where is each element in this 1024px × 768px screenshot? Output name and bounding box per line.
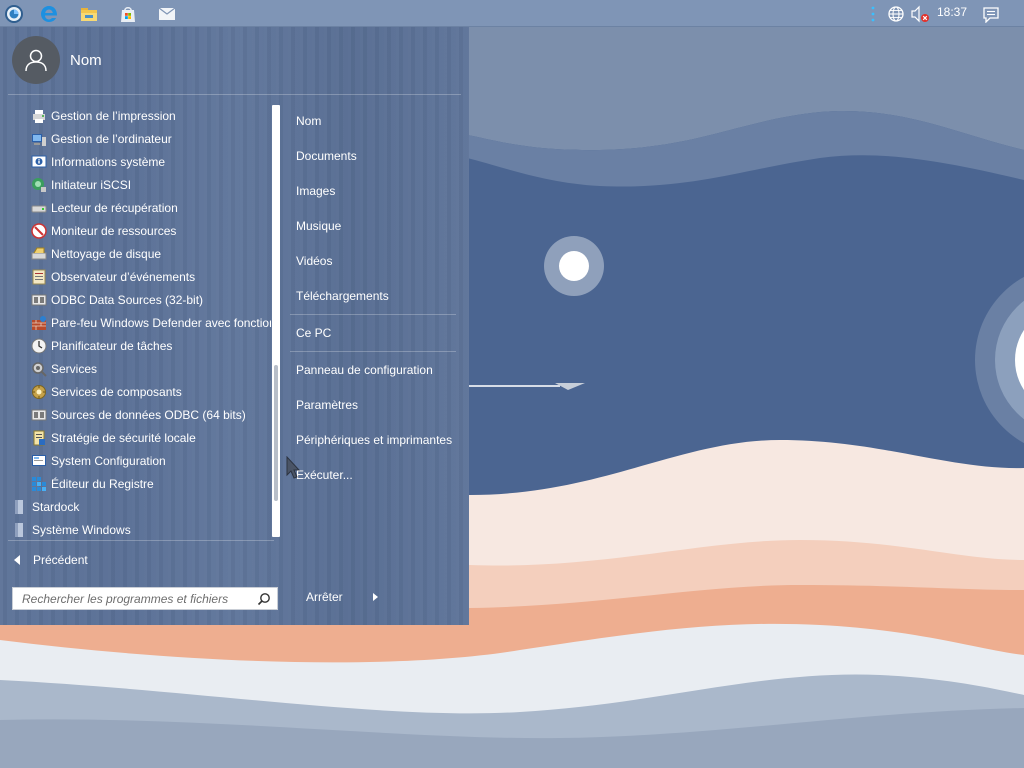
chevron-left-icon — [14, 555, 20, 565]
system-information-icon — [31, 154, 47, 170]
list-item[interactable]: Stratégie de sécurité locale — [8, 427, 271, 449]
start-button[interactable] — [3, 3, 25, 25]
tray-overflow-button[interactable] — [862, 3, 884, 25]
resource-monitor-icon — [31, 223, 47, 239]
edge-button[interactable] — [38, 3, 60, 25]
scrollbar-thumb[interactable] — [274, 365, 278, 501]
user-name: Nom — [70, 51, 102, 69]
event-viewer-icon — [31, 269, 47, 285]
list-item[interactable]: Sources de données ODBC (64 bits) — [8, 404, 271, 426]
divider — [8, 94, 461, 95]
list-item[interactable]: ODBC Data Sources (32-bit) — [8, 289, 271, 311]
component-services-icon — [31, 384, 47, 400]
right-item-videos[interactable]: Vidéos — [296, 251, 332, 271]
recovery-drive-icon — [31, 200, 47, 216]
list-item[interactable]: Services — [8, 358, 271, 380]
shutdown-button[interactable]: Arrêter — [306, 590, 378, 604]
iscsi-initiator-icon — [31, 177, 47, 193]
right-item-musique[interactable]: Musique — [296, 216, 341, 236]
odbc-icon — [31, 292, 47, 308]
list-item[interactable]: Pare-feu Windows Defender avec fonction — [8, 312, 271, 334]
folder-icon — [14, 522, 24, 537]
list-item[interactable]: Planificateur de tâches — [8, 335, 271, 357]
list-item[interactable]: Services de composants — [8, 381, 271, 403]
program-list: Gestion de l’impression Gestion de l’ord… — [8, 105, 271, 537]
overflow-dots-icon — [871, 6, 875, 22]
right-item-executer[interactable]: Exécuter... — [296, 465, 353, 485]
start-menu: Nom Gestion de l’impression Gestion de l… — [0, 27, 469, 625]
list-item[interactable]: Initiateur iSCSI — [8, 174, 271, 196]
store-icon — [121, 7, 135, 22]
action-center-button[interactable] — [980, 3, 1002, 25]
store-button[interactable] — [117, 3, 139, 25]
right-item-telechargements[interactable]: Téléchargements — [296, 286, 389, 306]
divider — [290, 351, 456, 352]
list-item[interactable]: Lecteur de récupération — [8, 197, 271, 219]
list-item[interactable]: Stardock — [8, 496, 271, 518]
right-item-nom[interactable]: Nom — [296, 111, 321, 131]
network-globe-icon — [888, 6, 904, 22]
start-orb-icon — [5, 5, 23, 23]
volume-muted-icon — [911, 5, 929, 23]
mail-icon — [158, 7, 176, 20]
right-item-ce-pc[interactable]: Ce PC — [296, 323, 331, 343]
computer-management-icon — [31, 131, 47, 147]
taskbar-clock[interactable]: 18:37 — [937, 5, 967, 19]
taskbar: 18:37 — [0, 0, 1024, 27]
avatar[interactable] — [12, 36, 60, 84]
print-management-icon — [31, 108, 47, 124]
chevron-right-icon[interactable] — [372, 593, 378, 601]
firewall-icon — [31, 315, 47, 331]
mail-button[interactable] — [156, 3, 178, 25]
list-item[interactable]: Nettoyage de disque — [8, 243, 271, 265]
right-item-documents[interactable]: Documents — [296, 146, 357, 166]
search-input[interactable] — [13, 591, 248, 606]
file-explorer-icon — [81, 8, 97, 21]
volume-button[interactable] — [909, 3, 931, 25]
network-button[interactable] — [885, 3, 907, 25]
divider — [8, 540, 274, 541]
edge-icon — [41, 6, 58, 22]
right-item-parametres[interactable]: Paramètres — [296, 395, 358, 415]
search-box[interactable] — [12, 587, 278, 610]
registry-editor-icon — [31, 476, 47, 492]
user-icon — [25, 49, 47, 72]
right-item-panneau-de-configuration[interactable]: Panneau de configuration — [296, 360, 433, 380]
list-item[interactable]: Informations système — [8, 151, 271, 173]
services-icon — [31, 361, 47, 377]
list-item[interactable]: System Configuration — [8, 450, 271, 472]
disk-cleanup-icon — [31, 246, 47, 262]
list-item[interactable]: Gestion de l’impression — [8, 105, 271, 127]
task-scheduler-icon — [31, 338, 47, 354]
list-item[interactable]: Moniteur de ressources — [8, 220, 271, 242]
search-icon[interactable] — [257, 592, 271, 606]
list-item[interactable]: Éditeur du Registre — [8, 473, 271, 495]
security-policy-icon — [31, 430, 47, 446]
back-button[interactable]: Précédent — [14, 551, 88, 569]
file-explorer-button[interactable] — [78, 3, 100, 25]
folder-icon — [14, 499, 24, 515]
user-account[interactable]: Nom — [12, 36, 102, 84]
right-item-images[interactable]: Images — [296, 181, 335, 201]
odbc-64-icon — [31, 407, 47, 423]
mouse-cursor-icon — [286, 456, 300, 479]
notifications-icon — [983, 6, 999, 23]
divider — [290, 314, 456, 315]
list-item[interactable]: Gestion de l’ordinateur — [8, 128, 271, 150]
list-item[interactable]: Observateur d’événements — [8, 266, 271, 288]
list-item[interactable]: Système Windows — [8, 519, 271, 537]
system-configuration-icon — [31, 453, 47, 469]
right-item-peripheriques[interactable]: Périphériques et imprimantes — [296, 430, 452, 450]
